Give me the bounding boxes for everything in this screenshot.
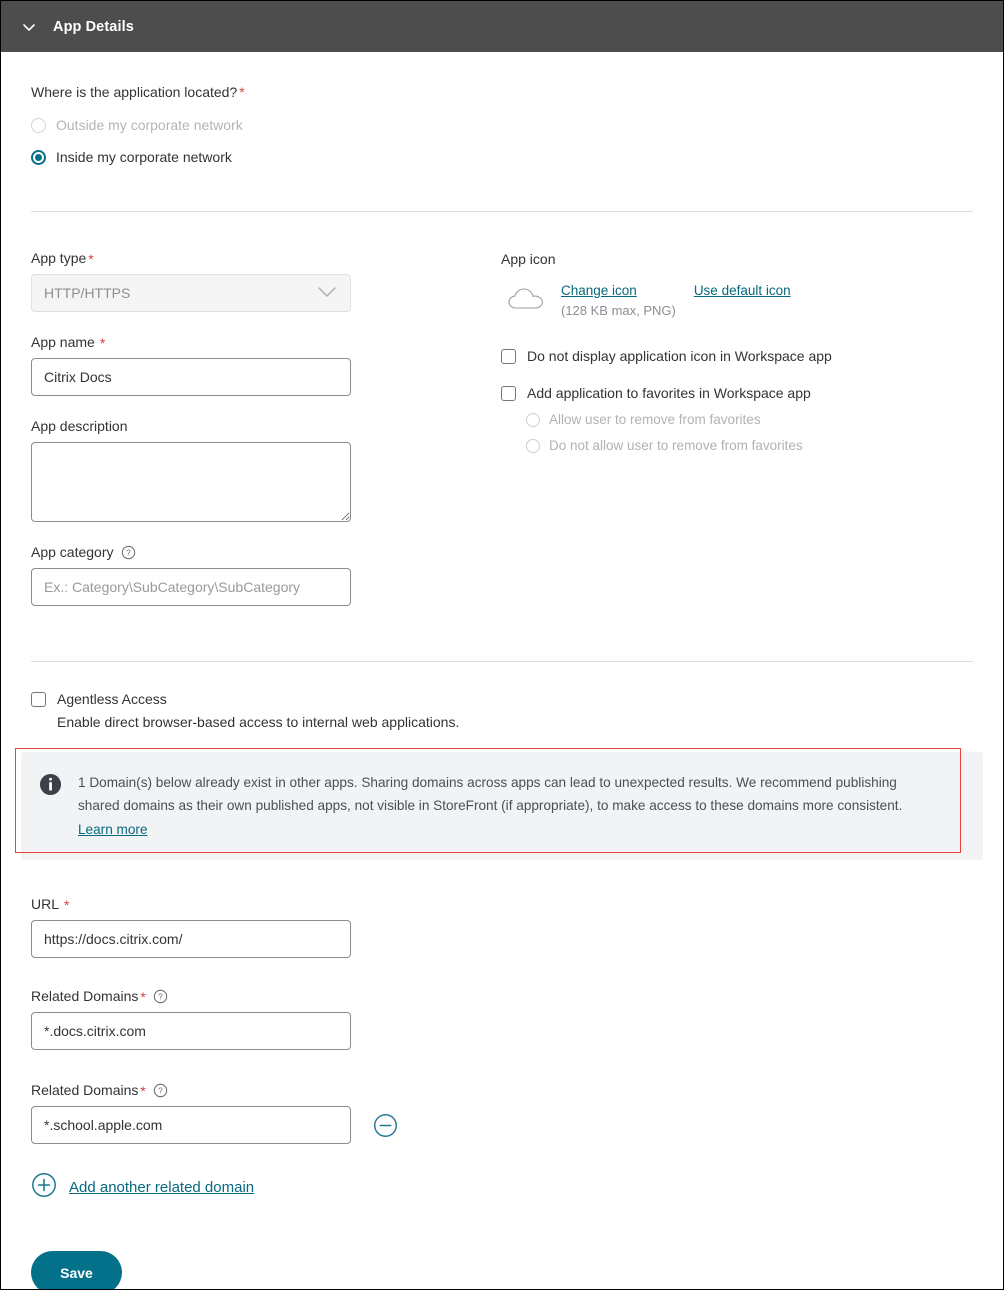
app-name-field: App name *	[31, 334, 501, 396]
app-description-field: App description	[31, 418, 501, 522]
panel-body: Where is the application located?* Outsi…	[1, 84, 1003, 1290]
divider-top	[31, 211, 973, 212]
radio-inside-network[interactable]: Inside my corporate network	[31, 149, 973, 165]
app-type-label: App type	[31, 250, 86, 266]
url-label-row: URL *	[31, 896, 973, 912]
radio-allow-remove-favorites-label: Allow user to remove from favorites	[549, 412, 761, 427]
app-category-label-row: App category ?	[31, 544, 501, 560]
cloud-icon	[501, 281, 561, 317]
page-title: App Details	[53, 19, 134, 35]
svg-text:?: ?	[158, 1086, 163, 1095]
app-category-field: App category ?	[31, 544, 501, 606]
svg-text:?: ?	[158, 992, 163, 1001]
info-banner: 1 Domain(s) below already exist in other…	[21, 752, 983, 860]
radio-inside-network-label: Inside my corporate network	[56, 149, 232, 165]
related-domain-1-input-wrap	[31, 1012, 973, 1050]
required-marker: *	[239, 84, 244, 100]
chevron-down-icon	[316, 285, 338, 302]
location-question-label: Where is the application located?	[31, 84, 237, 100]
related-domain-2-input[interactable]	[31, 1106, 351, 1144]
checkbox-add-favorites[interactable]: Add application to favorites in Workspac…	[501, 385, 973, 401]
details-columns: App type* HTTP/HTTPS App name*	[31, 250, 973, 606]
panel-header: App Details	[1, 1, 1003, 52]
radio-outside-network-label: Outside my corporate network	[56, 117, 243, 133]
checkbox-agentless-access-label: Agentless Access	[57, 691, 167, 707]
change-icon-link[interactable]: Change icon	[561, 283, 637, 298]
chevron-down-icon[interactable]	[15, 13, 43, 41]
app-type-field: App type* HTTP/HTTPS	[31, 250, 501, 312]
right-column: App icon Change icon Use default icon	[501, 250, 973, 453]
related-domain-2-label: Related Domains	[31, 1082, 138, 1098]
left-column: App type* HTTP/HTTPS App name*	[31, 250, 501, 606]
app-name-label: App name	[31, 334, 95, 350]
app-description-label-row: App description	[31, 418, 501, 434]
app-type-label-row: App type*	[31, 250, 501, 266]
link-spacer	[637, 283, 694, 298]
radio-disallow-remove-favorites[interactable]: Do not allow user to remove from favorit…	[526, 438, 973, 453]
app-icon-hint: (128 KB max, PNG)	[561, 303, 791, 318]
url-required-marker: *	[64, 898, 69, 912]
app-name-label-row: App name *	[31, 334, 501, 350]
app-icon-row: Change icon Use default icon (128 KB max…	[501, 281, 973, 318]
svg-text:?: ?	[126, 548, 131, 557]
radio-disallow-remove-favorites-control[interactable]	[526, 439, 540, 453]
related-domain-1-label-row: Related Domains* ?	[31, 988, 973, 1004]
info-banner-text: 1 Domain(s) below already exist in other…	[78, 771, 940, 841]
checkbox-hide-icon-label: Do not display application icon in Works…	[527, 348, 832, 364]
related-domain-2-required-marker: *	[140, 1084, 145, 1098]
url-input[interactable]	[31, 920, 351, 958]
add-related-domain-row[interactable]: Add another related domain	[31, 1172, 973, 1203]
checkbox-agentless-access-control[interactable]	[31, 692, 46, 707]
url-field: URL *	[31, 896, 973, 958]
question-circle-icon[interactable]: ?	[121, 545, 136, 560]
app-type-select[interactable]: HTTP/HTTPS	[31, 274, 351, 312]
related-domain-1-input[interactable]	[31, 1012, 351, 1050]
learn-more-link[interactable]: Learn more	[78, 822, 148, 837]
info-banner-message: 1 Domain(s) below already exist in other…	[78, 775, 902, 813]
app-details-page: App Details Where is the application loc…	[0, 0, 1004, 1290]
app-name-input[interactable]	[31, 358, 351, 396]
related-domain-1-required-marker: *	[140, 990, 145, 1004]
app-icon-links: Change icon Use default icon (128 KB max…	[561, 281, 791, 318]
radio-inside-network-control[interactable]	[31, 150, 46, 165]
app-name-required-marker: *	[100, 336, 105, 350]
app-type-value: HTTP/HTTPS	[44, 285, 130, 301]
related-domain-row-1: Related Domains* ?	[31, 988, 973, 1050]
radio-outside-network-control[interactable]	[31, 118, 46, 133]
plus-circle-icon[interactable]	[31, 1172, 57, 1203]
app-description-label: App description	[31, 418, 128, 434]
checkbox-add-favorites-label: Add application to favorites in Workspac…	[527, 385, 811, 401]
app-category-label: App category	[31, 544, 114, 560]
divider-middle	[31, 661, 973, 662]
radio-allow-remove-favorites[interactable]: Allow user to remove from favorites	[526, 412, 973, 427]
url-label: URL	[31, 896, 59, 912]
agentless-access-description: Enable direct browser-based access to in…	[57, 714, 973, 730]
app-type-required-marker: *	[88, 252, 93, 266]
checkbox-agentless-access[interactable]: Agentless Access	[31, 691, 973, 707]
app-icon-label: App icon	[501, 251, 973, 267]
app-category-input[interactable]	[31, 568, 351, 606]
info-banner-area: 1 Domain(s) below already exist in other…	[31, 752, 973, 860]
save-button[interactable]: Save	[31, 1251, 122, 1290]
use-default-icon-link[interactable]: Use default icon	[694, 283, 791, 298]
radio-outside-network[interactable]: Outside my corporate network	[31, 117, 973, 133]
question-circle-icon[interactable]: ?	[153, 989, 168, 1004]
footer-actions: Save	[31, 1251, 973, 1290]
location-question: Where is the application located?*	[31, 84, 973, 100]
radio-allow-remove-favorites-control[interactable]	[526, 413, 540, 427]
add-related-domain-link[interactable]: Add another related domain	[69, 1179, 254, 1196]
info-circle-icon	[39, 773, 62, 801]
radio-disallow-remove-favorites-label: Do not allow user to remove from favorit…	[549, 438, 803, 453]
checkbox-hide-icon-control[interactable]	[501, 349, 516, 364]
question-circle-icon[interactable]: ?	[153, 1083, 168, 1098]
related-domain-2-label-row: Related Domains* ?	[31, 1082, 973, 1098]
checkbox-add-favorites-control[interactable]	[501, 386, 516, 401]
related-domain-row-2: Related Domains* ?	[31, 1082, 973, 1144]
related-domain-1-label: Related Domains	[31, 988, 138, 1004]
app-description-input[interactable]	[31, 442, 351, 522]
checkbox-hide-icon[interactable]: Do not display application icon in Works…	[501, 348, 973, 364]
app-icon-links-line: Change icon Use default icon	[561, 283, 791, 298]
related-domain-2-input-wrap	[31, 1106, 973, 1144]
minus-circle-icon[interactable]	[373, 1113, 398, 1138]
